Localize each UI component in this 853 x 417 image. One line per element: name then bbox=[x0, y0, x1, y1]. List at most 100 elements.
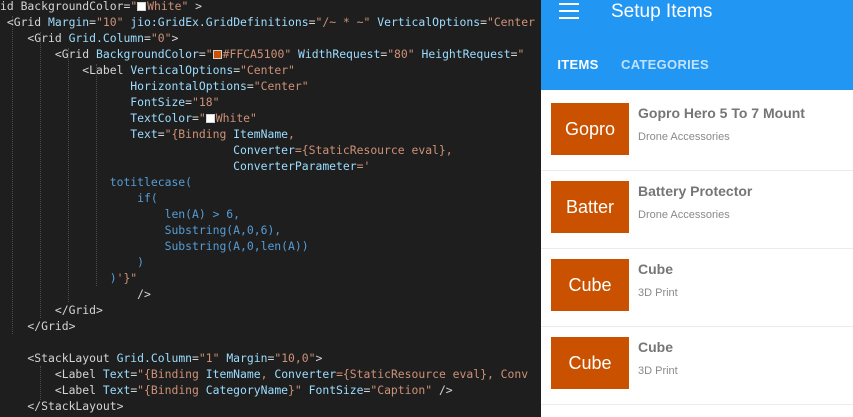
code-token: WidthRequest bbox=[291, 47, 381, 61]
code-line: len(A) > 6, bbox=[0, 206, 240, 222]
code-line: <StackLayout Grid.Column="1" Margin="10,… bbox=[0, 350, 322, 366]
code-token: Text bbox=[102, 383, 131, 397]
code-token: "{Binding bbox=[137, 383, 206, 397]
code-token: " bbox=[517, 47, 525, 61]
code-token: <Grid bbox=[0, 47, 97, 61]
code-token: " bbox=[198, 111, 206, 125]
code-line: </Grid> bbox=[0, 302, 103, 318]
code-line: Substring(A,0,len(A)) bbox=[0, 238, 309, 254]
code-token: '}" bbox=[116, 271, 138, 285]
code-token: /> bbox=[0, 287, 151, 301]
code-token: "/~ * ~" bbox=[315, 15, 371, 29]
tab-bar: ITEMS CATEGORIES bbox=[541, 44, 853, 90]
item-name: Cube bbox=[638, 261, 673, 277]
code-token: White" bbox=[215, 111, 257, 125]
code-token: , bbox=[260, 367, 275, 381]
code-line: </StackLayout> bbox=[0, 398, 123, 414]
code-token: = bbox=[192, 111, 199, 125]
code-token: "Center" bbox=[253, 79, 309, 93]
list-item[interactable]: Gopro Gopro Hero 5 To 7 Mount Drone Acce… bbox=[541, 93, 853, 171]
code-token: ) bbox=[0, 271, 117, 285]
code-token: > bbox=[315, 351, 323, 365]
code-token: Substring(A,0,len(A)) bbox=[0, 239, 309, 253]
code-token: = bbox=[198, 47, 206, 61]
code-token: jio:GridEx.GridDefinitions bbox=[123, 15, 309, 29]
code-token: if( bbox=[0, 191, 158, 205]
code-line: <Grid Grid.Column="0"> bbox=[0, 30, 178, 46]
code-token: <Grid bbox=[0, 31, 69, 45]
code-token: > bbox=[171, 31, 179, 45]
code-token: CategoryName bbox=[205, 383, 289, 397]
item-name: Gopro Hero 5 To 7 Mount bbox=[638, 105, 805, 121]
item-category: Drone Accessories bbox=[638, 131, 730, 143]
code-token: VerticalOptions bbox=[370, 15, 481, 29]
code-line: ) bbox=[0, 254, 144, 270]
code-token: = bbox=[157, 127, 165, 141]
code-token: = bbox=[510, 47, 518, 61]
list-item[interactable]: Cube Cube 3D Print bbox=[541, 327, 853, 405]
code-token: "18" bbox=[192, 95, 220, 109]
code-token: "0" bbox=[150, 31, 172, 45]
code-token: totitlecase( bbox=[0, 175, 193, 189]
code-token: VerticalOptions bbox=[130, 63, 234, 77]
code-token: = bbox=[185, 95, 193, 109]
code-token: }" bbox=[288, 383, 302, 397]
code-token: Text bbox=[102, 367, 131, 381]
code-token: Converter bbox=[274, 367, 337, 381]
code-token: = bbox=[480, 15, 487, 29]
color-swatch-icon bbox=[137, 2, 147, 11]
item-category: 3D Print bbox=[638, 287, 678, 299]
code-token: "Caption" bbox=[370, 383, 433, 397]
code-line: )'}" bbox=[0, 270, 137, 286]
code-line: </Grid> bbox=[0, 318, 75, 334]
tab-items[interactable]: ITEMS bbox=[541, 44, 615, 90]
code-token: </Grid> bbox=[0, 303, 103, 317]
code-token: "Center" bbox=[240, 63, 295, 77]
code-line: TextColor=" White" bbox=[0, 110, 257, 126]
code-token: <StackLayout bbox=[0, 351, 117, 365]
mobile-app-screen: Setup Items ITEMS CATEGORIES Gopro Gopro… bbox=[541, 0, 853, 417]
code-token: White bbox=[147, 0, 182, 13]
code-token: ItemName bbox=[205, 367, 261, 381]
code-token: ={StaticResource eval}, bbox=[294, 143, 453, 157]
code-token: " bbox=[130, 0, 138, 13]
code-token: Margin bbox=[219, 351, 268, 365]
code-token: Converter bbox=[0, 143, 295, 157]
code-line: id BackgroundColor=" White" > bbox=[0, 0, 202, 14]
code-token: "1" bbox=[198, 351, 220, 365]
code-token: = bbox=[144, 31, 151, 45]
code-line: <Label Text="{Binding ItemName, Converte… bbox=[0, 366, 528, 382]
code-token: "Center bbox=[486, 15, 535, 29]
color-swatch-icon bbox=[205, 114, 215, 123]
code-token: "10,0" bbox=[274, 351, 316, 365]
code-token: =' bbox=[356, 159, 371, 173]
code-line: Text="{Binding ItemName, bbox=[0, 126, 295, 142]
code-token: " bbox=[205, 47, 213, 61]
item-thumbnail: Batter bbox=[551, 181, 629, 233]
code-token: <Label bbox=[0, 63, 131, 77]
code-token: = bbox=[89, 15, 97, 29]
code-token: Substring(A,0,6), bbox=[0, 223, 282, 237]
code-token: = bbox=[308, 15, 316, 29]
code-token: BackgroundColor bbox=[96, 47, 199, 61]
code-editor[interactable]: id BackgroundColor=" White" > <Grid Margi… bbox=[0, 0, 545, 417]
code-token: "80" bbox=[387, 47, 415, 61]
code-line: HorizontalOptions="Center" bbox=[0, 78, 309, 94]
code-line: <Grid BackgroundColor=" #FFCA5100" WidthR… bbox=[0, 46, 525, 62]
code-line: Converter={StaticResource eval}, bbox=[0, 142, 453, 158]
code-line: Substring(A,0,6), bbox=[0, 222, 282, 238]
code-token: /> bbox=[432, 383, 453, 397]
hamburger-menu-icon[interactable] bbox=[559, 3, 579, 19]
tab-categories[interactable]: CATEGORIES bbox=[615, 44, 715, 90]
code-line: <Label Text="{Binding CategoryName}" Fon… bbox=[0, 382, 453, 398]
code-token: "{Binding bbox=[164, 127, 234, 141]
list-item[interactable]: Cube Cube 3D Print bbox=[541, 249, 853, 327]
code-token: <Grid bbox=[0, 15, 49, 29]
code-token: "10" bbox=[96, 15, 124, 29]
code-token: Text bbox=[0, 127, 158, 141]
code-token: len(A) > 6, bbox=[0, 207, 241, 221]
code-token: > bbox=[188, 0, 203, 13]
code-token: ={StaticResource eval}, Conv bbox=[336, 367, 529, 381]
code-token: "{Binding bbox=[137, 367, 206, 381]
list-item[interactable]: Batter Battery Protector Drone Accessori… bbox=[541, 171, 853, 249]
